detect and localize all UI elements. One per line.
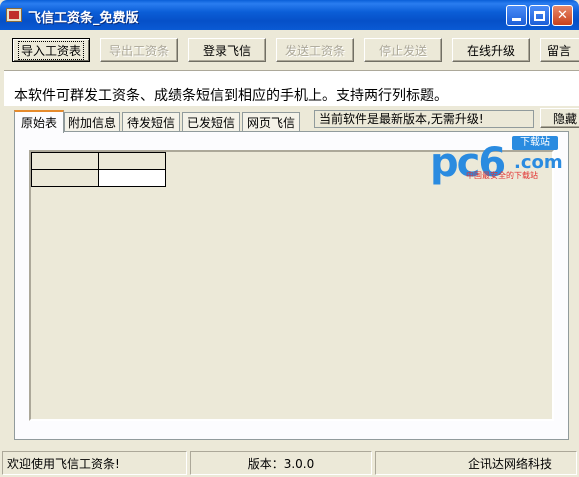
maximize-button[interactable] <box>529 5 550 26</box>
table-cell[interactable] <box>31 169 99 187</box>
maximize-icon <box>534 10 545 21</box>
status-bar: 欢迎使用飞信工资条! 版本：3.0.0 企讯达网络科技 <box>0 450 579 477</box>
title-bar[interactable]: 飞信工资条_免费版 ✕ <box>0 0 579 30</box>
login-fetion-button[interactable]: 登录飞信 <box>188 38 266 62</box>
tab-original-table[interactable]: 原始表 <box>14 110 64 133</box>
table-row <box>31 169 166 187</box>
hide-button[interactable]: 隐藏 <box>540 108 579 128</box>
status-company: 企讯达网络科技 <box>375 451 577 475</box>
watermark-logo: pc6 下载站 .com 中国最安全的下载站 <box>430 134 563 186</box>
banner-text: 本软件可群发工资条、成绩条短信到相应的手机上。支持两行列标题。 <box>14 88 448 104</box>
stop-send-button[interactable]: 停止发送 <box>364 38 442 62</box>
update-status-field: 当前软件是最新版本,无需升级! <box>314 110 534 128</box>
toolbar: 导入工资表 导出工资条 登录飞信 发送工资条 停止发送 在线升级 留言 <box>0 30 579 68</box>
tab-sent-sms[interactable]: 已发短信 <box>182 112 240 132</box>
logo-badge: 下载站 <box>512 136 558 150</box>
minimize-icon <box>512 18 521 21</box>
info-banner: 本软件可群发工资条、成绩条短信到相应的手机上。支持两行列标题。 <box>4 70 579 106</box>
online-upgrade-button[interactable]: 在线升级 <box>452 38 530 62</box>
table-cell[interactable] <box>31 152 99 170</box>
table-cell[interactable] <box>98 152 166 170</box>
logo-slogan: 中国最安全的下载站 <box>466 171 538 180</box>
data-grid-area[interactable] <box>29 150 554 421</box>
send-slips-button[interactable]: 发送工资条 <box>276 38 354 62</box>
app-icon <box>6 8 22 22</box>
message-button[interactable]: 留言 <box>540 38 579 62</box>
close-icon: ✕ <box>557 8 568 23</box>
table-cell-selected[interactable] <box>98 169 166 187</box>
minimize-button[interactable] <box>506 5 527 26</box>
import-salary-button[interactable]: 导入工资表 <box>12 38 90 62</box>
close-button[interactable]: ✕ <box>552 5 573 26</box>
status-version: 版本：3.0.0 <box>190 451 372 475</box>
table-row <box>31 152 166 170</box>
export-slips-button[interactable]: 导出工资条 <box>100 38 178 62</box>
data-grid[interactable] <box>31 152 166 187</box>
status-welcome: 欢迎使用飞信工资条! <box>2 451 187 475</box>
tab-web-fetion[interactable]: 网页飞信 <box>242 112 300 132</box>
tab-additional-info[interactable]: 附加信息 <box>64 112 120 132</box>
window-title: 飞信工资条_免费版 <box>28 11 139 26</box>
tab-pending-sms[interactable]: 待发短信 <box>122 112 180 132</box>
